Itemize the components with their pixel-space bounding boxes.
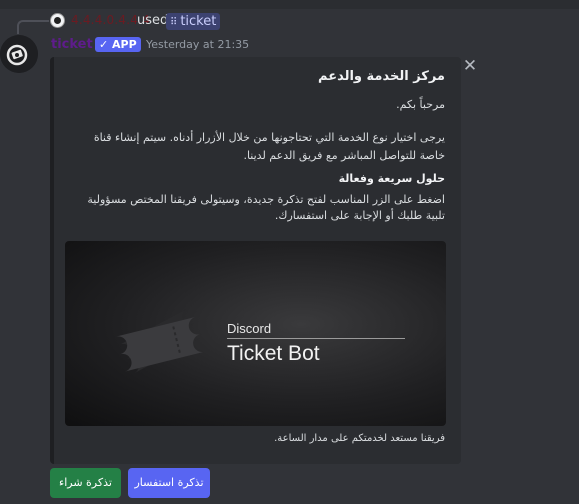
embed-welcome: مرحباً بكم. bbox=[396, 98, 445, 111]
banner-subtitle: Discord bbox=[227, 321, 272, 336]
embed-banner-image[interactable]: Discord Ticket Bot bbox=[65, 241, 446, 426]
inquiry-ticket-button[interactable]: تذكرة استفسار bbox=[128, 468, 210, 498]
embed-title: مركز الخدمة والدعم bbox=[318, 69, 445, 84]
embed-field-name: حلول سريعة وفعالة bbox=[338, 172, 445, 185]
purchase-ticket-button[interactable]: تذكرة شراء bbox=[50, 468, 121, 498]
reply-connector bbox=[17, 20, 49, 34]
bot-avatar-icon bbox=[0, 35, 38, 73]
slash-command-icon: ⠿ bbox=[170, 17, 178, 28]
banner-divider bbox=[227, 338, 405, 339]
author-name[interactable]: ticket bbox=[51, 37, 93, 52]
embed-footer: فريقنا مستعد لخدمتكم على مدار الساعة. bbox=[274, 433, 445, 444]
message-timestamp[interactable]: Yesterday at 21:35 bbox=[146, 38, 249, 51]
close-icon[interactable]: ✕ bbox=[462, 58, 478, 75]
embed-description: يرجى اختيار نوع الخدمة التي تحتاجونها من… bbox=[93, 131, 445, 162]
command-name: ticket bbox=[180, 14, 217, 29]
embed-field-value: اضغط على الزر المناسب لفتح تذكرة جديدة، … bbox=[87, 193, 445, 222]
top-strip bbox=[0, 0, 579, 9]
avatar[interactable] bbox=[0, 35, 38, 73]
embed: مركز الخدمة والدعم مرحباً بكم. يرجى اختي… bbox=[50, 57, 461, 464]
command-mention[interactable]: ⠿ ticket bbox=[166, 13, 221, 30]
reply-avatar[interactable] bbox=[50, 13, 65, 28]
reply-used-text: used bbox=[137, 13, 169, 28]
banner-title: Ticket Bot bbox=[227, 342, 320, 365]
ticket-icon bbox=[116, 309, 205, 374]
app-badge: ✓ APP bbox=[95, 37, 141, 52]
